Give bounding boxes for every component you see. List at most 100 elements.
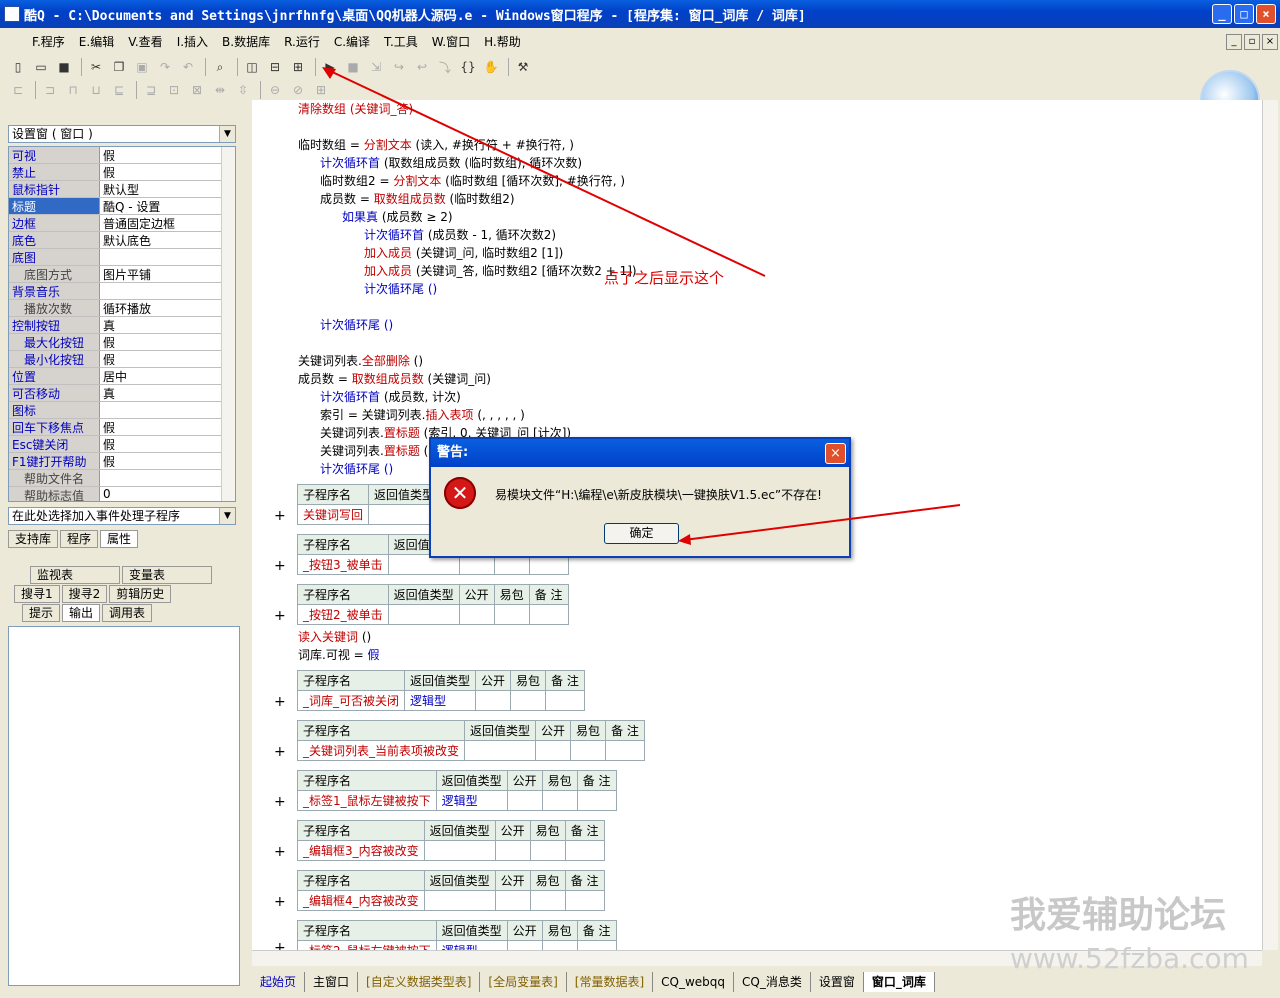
property-row[interactable]: 鼠标指针 默认型	[9, 181, 235, 198]
chevron-down-icon[interactable]: ▼	[219, 508, 235, 524]
property-row[interactable]: Esc键关闭假	[9, 436, 235, 453]
property-value[interactable]: 假	[100, 453, 235, 469]
tab-search1[interactable]: 搜寻1	[14, 585, 60, 603]
property-row[interactable]: 图标	[9, 402, 235, 419]
tab-support-library[interactable]: 支持库	[8, 530, 59, 548]
align-top-icon[interactable]: ⊔	[86, 81, 106, 99]
property-row[interactable]: 最小化按钮假	[9, 351, 235, 368]
same-height-icon[interactable]: ⊡	[164, 81, 184, 99]
dialog-close-button[interactable]: ×	[825, 443, 846, 464]
expand-icon[interactable]: +	[274, 558, 286, 574]
tab-constants[interactable]: [常量数据表]	[567, 972, 654, 992]
expand-icon[interactable]: +	[274, 844, 286, 860]
property-row[interactable]: 底色 默认底色	[9, 232, 235, 249]
property-row[interactable]: 帮助文件名	[9, 470, 235, 487]
property-row[interactable]: 控制按钮真	[9, 317, 235, 334]
sub-name[interactable]: _按钮3_被单击	[297, 554, 389, 575]
tab-program[interactable]: 程序	[60, 530, 99, 548]
property-row[interactable]: 播放次数 循环播放	[9, 300, 235, 317]
property-value[interactable]: 图片平铺	[100, 266, 235, 282]
maximize-button[interactable]: □	[1234, 4, 1254, 24]
property-value[interactable]: 普通固定边框	[100, 215, 235, 231]
expand-icon[interactable]: +	[274, 940, 286, 950]
property-row[interactable]: 最大化按钮假	[9, 334, 235, 351]
tab-start-page[interactable]: 起始页	[252, 972, 306, 992]
sub-name[interactable]: _词库_可否被关闭	[296, 690, 406, 711]
tab-lexicon-window[interactable]: 窗口_词库	[863, 972, 935, 992]
find-icon[interactable]: ⌕	[210, 58, 230, 76]
property-value[interactable]	[100, 402, 235, 418]
expand-icon[interactable]: +	[274, 744, 286, 760]
menu-insert[interactable]: I.插入	[177, 33, 208, 50]
sub-name[interactable]: _标签1_鼠标左键被按下	[297, 790, 437, 811]
center-v-icon[interactable]: ⊘	[288, 81, 308, 99]
run-icon[interactable]: ▶	[320, 58, 340, 76]
sub-name[interactable]: _关键词列表_当前表项被改变	[296, 740, 466, 761]
expand-icon[interactable]: +	[274, 694, 286, 710]
tab-watch[interactable]: 监视表	[30, 566, 120, 584]
menu-window[interactable]: W.窗口	[432, 33, 470, 50]
expand-icon[interactable]: +	[274, 794, 286, 810]
tab-variables[interactable]: 变量表	[122, 566, 212, 584]
property-row[interactable]: 底图方式 图片平铺	[9, 266, 235, 283]
v-space-icon[interactable]: ⇳	[233, 81, 253, 99]
grid-icon[interactable]: ⊞	[311, 81, 331, 99]
save-icon[interactable]: ■	[54, 58, 74, 76]
property-row[interactable]: 底图	[9, 249, 235, 266]
same-width-icon[interactable]: ⊒	[141, 81, 161, 99]
align-bottom-icon[interactable]: ⊑	[109, 81, 129, 99]
property-row[interactable]: 标题 酷Q - 设置	[9, 198, 235, 215]
h-space-icon[interactable]: ⇹	[210, 81, 230, 99]
align-center-icon[interactable]: ⊐	[40, 81, 60, 99]
build-icon[interactable]: ⚒	[513, 58, 533, 76]
property-value[interactable]: 循环播放	[100, 300, 235, 316]
tab-custom-types[interactable]: [自定义数据类型表]	[358, 972, 481, 992]
menu-program[interactable]: F.程序	[32, 33, 65, 50]
tab-call-stack[interactable]: 调用表	[102, 604, 153, 622]
center-h-icon[interactable]: ⊖	[265, 81, 285, 99]
braces-icon[interactable]: {}	[458, 58, 478, 76]
open-folder-icon[interactable]: ▭	[31, 58, 51, 76]
tab-properties[interactable]: 属性	[100, 530, 139, 548]
property-value[interactable]: 假	[100, 351, 235, 367]
close-button[interactable]: ×	[1256, 4, 1276, 24]
property-value[interactable]: 假	[100, 334, 235, 350]
sub-name[interactable]: _编辑框3_内容被改变	[297, 840, 425, 861]
output-panel[interactable]	[8, 626, 240, 986]
paste-icon[interactable]: ▣	[132, 58, 152, 76]
property-value[interactable]: 默认底色	[100, 232, 235, 248]
expand-icon[interactable]: +	[274, 608, 286, 624]
layout-left-icon[interactable]: ◫	[242, 58, 262, 76]
property-row[interactable]: 帮助标志值 0	[9, 487, 235, 501]
mdi-restore-button[interactable]: ▫	[1244, 34, 1260, 50]
property-row[interactable]: 背景音乐	[9, 283, 235, 300]
property-row[interactable]: 位置 居中	[9, 368, 235, 385]
menu-database[interactable]: B.数据库	[222, 33, 270, 50]
new-file-icon[interactable]: ▯	[8, 58, 28, 76]
tab-output[interactable]: 输出	[62, 604, 101, 622]
property-value[interactable]: 居中	[100, 368, 235, 384]
tab-cq-webqq[interactable]: CQ_webqq	[653, 972, 735, 992]
property-value[interactable]: 真	[100, 317, 235, 333]
property-row[interactable]: 可否移动真	[9, 385, 235, 402]
sub-name[interactable]: _标签2_鼠标左键被按下	[297, 940, 437, 950]
redo-icon[interactable]: ↷	[155, 58, 175, 76]
ok-button[interactable]: 确定	[604, 523, 679, 544]
property-value[interactable]: 酷Q - 设置	[100, 198, 235, 214]
sub-name[interactable]: 关键词写回	[296, 504, 370, 525]
event-combo[interactable]: 在此处选择加入事件处理子程序 ▼	[8, 507, 236, 525]
property-row[interactable]: F1键打开帮助假	[9, 453, 235, 470]
run-to-cursor-icon[interactable]: ⤵	[435, 58, 455, 76]
step-into-icon[interactable]: ⇲	[366, 58, 386, 76]
property-value[interactable]	[100, 470, 235, 486]
menu-view[interactable]: V.查看	[128, 33, 162, 50]
sub-name[interactable]: _编辑框4_内容被改变	[297, 890, 425, 911]
property-value[interactable]: 默认型	[100, 181, 235, 197]
step-out-icon[interactable]: ↩	[412, 58, 432, 76]
menu-help[interactable]: H.帮助	[484, 33, 521, 50]
property-value[interactable]: 0	[100, 487, 235, 501]
menu-run[interactable]: R.运行	[284, 33, 320, 50]
copy-icon[interactable]: ❐	[109, 58, 129, 76]
property-value[interactable]	[100, 283, 235, 299]
stop-icon[interactable]: ■	[343, 58, 363, 76]
